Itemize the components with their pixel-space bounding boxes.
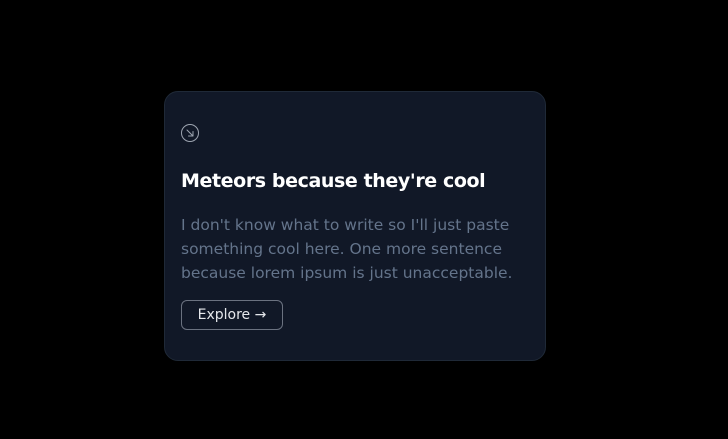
meteor-card: Meteors because they're cool I don't kno… bbox=[164, 91, 546, 361]
explore-button[interactable]: Explore → bbox=[181, 300, 283, 330]
card-description: I don't know what to write so I'll just … bbox=[181, 216, 513, 282]
card-title: Meteors because they're cool bbox=[181, 170, 486, 192]
arrow-down-right-icon bbox=[181, 124, 199, 142]
